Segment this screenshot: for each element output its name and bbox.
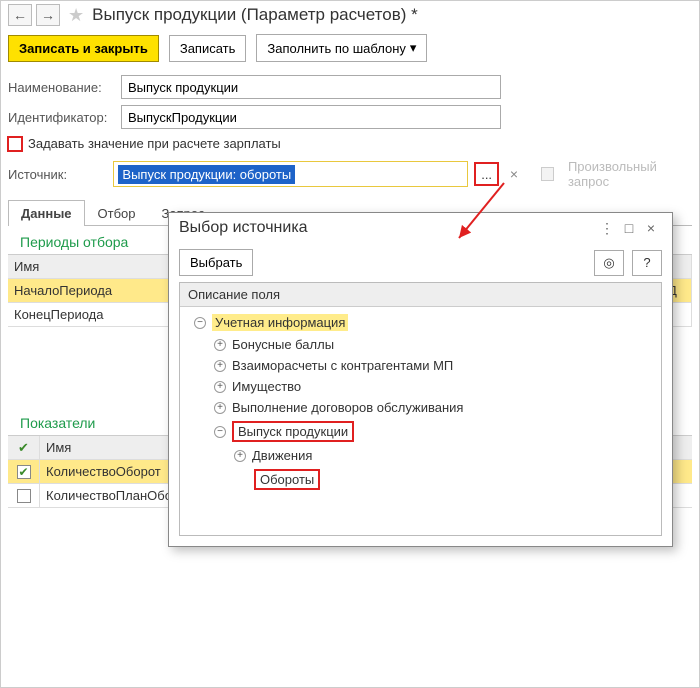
tree-node-turnovers[interactable]: Обороты: [188, 466, 653, 493]
expand-icon[interactable]: +: [214, 381, 226, 393]
collapse-icon[interactable]: −: [194, 317, 206, 329]
tree-node-output[interactable]: −Выпуск продукции: [188, 418, 653, 445]
source-clear-button[interactable]: ×: [510, 166, 523, 182]
dialog-field-description: Описание поля: [180, 283, 661, 307]
tree-node[interactable]: + Взаиморасчеты с контрагентами МП: [188, 355, 653, 376]
dialog-help-button[interactable]: ?: [632, 250, 662, 276]
source-label: Источник:: [8, 167, 105, 182]
chevron-down-icon: ▾: [410, 40, 417, 56]
dialog-title: Выбор источника: [179, 219, 596, 237]
expand-icon[interactable]: +: [214, 360, 226, 372]
dialog-view-button[interactable]: ◎: [594, 250, 624, 276]
save-button[interactable]: Записать: [169, 35, 247, 62]
tree-label: Движения: [252, 448, 312, 463]
name-input[interactable]: [121, 75, 501, 99]
expand-icon[interactable]: +: [234, 450, 246, 462]
indicator-checkbox[interactable]: [17, 489, 31, 503]
collapse-icon[interactable]: −: [214, 426, 226, 438]
tree-label: Обороты: [254, 469, 320, 490]
set-on-salary-label: Задавать значение при расчете зарплаты: [28, 136, 281, 151]
id-label: Идентификатор:: [8, 110, 113, 125]
source-lookup-button[interactable]: ...: [475, 163, 497, 185]
name-label: Наименование:: [8, 80, 113, 95]
save-and-close-button[interactable]: Записать и закрыть: [8, 35, 159, 62]
source-input[interactable]: Выпуск продукции: обороты: [113, 161, 468, 187]
page-title: Выпуск продукции (Параметр расчетов) *: [92, 5, 418, 25]
custom-query-checkbox: [541, 167, 554, 181]
tree-label: Бонусные баллы: [232, 337, 334, 352]
fill-from-template-button[interactable]: Заполнить по шаблону ▾: [256, 34, 427, 62]
tree-node-root[interactable]: − Учетная информация: [188, 311, 653, 334]
tab-filter[interactable]: Отбор: [85, 200, 149, 226]
tree-node[interactable]: + Бонусные баллы: [188, 334, 653, 355]
nav-forward-button[interactable]: →: [36, 4, 60, 26]
tree-label: Выполнение договоров обслуживания: [232, 400, 463, 415]
tree-node[interactable]: + Имущество: [188, 376, 653, 397]
indicators-col-check[interactable]: ✔: [8, 436, 40, 459]
tree-label: Учетная информация: [212, 314, 348, 331]
camera-icon: ◎: [603, 255, 614, 271]
dialog-maximize-button[interactable]: □: [618, 220, 640, 236]
tree-label: Взаиморасчеты с контрагентами МП: [232, 358, 453, 373]
dialog-close-button[interactable]: ×: [640, 220, 662, 236]
tree-node[interactable]: + Движения: [188, 445, 653, 466]
tree-label: Имущество: [232, 379, 301, 394]
favorite-star-icon[interactable]: ★: [68, 5, 84, 26]
expand-icon[interactable]: +: [214, 339, 226, 351]
id-input[interactable]: [121, 105, 501, 129]
expand-icon[interactable]: +: [214, 402, 226, 414]
custom-query-label: Произвольный запрос: [568, 159, 692, 189]
nav-back-button[interactable]: ←: [8, 4, 32, 26]
fill-template-label: Заполнить по шаблону: [267, 41, 405, 56]
source-selection-dialog: Выбор источника ⋮ □ × Выбрать ◎ ? Описан…: [168, 212, 673, 547]
dialog-select-button[interactable]: Выбрать: [179, 249, 253, 276]
tree-node[interactable]: + Выполнение договоров обслуживания: [188, 397, 653, 418]
set-on-salary-checkbox[interactable]: [8, 137, 22, 151]
check-icon: ✔: [18, 440, 29, 456]
tree-label: Выпуск продукции: [232, 421, 354, 442]
source-value: Выпуск продукции: обороты: [118, 165, 295, 184]
tab-data[interactable]: Данные: [8, 200, 85, 226]
indicator-checkbox[interactable]: [17, 465, 31, 479]
dialog-menu-button[interactable]: ⋮: [596, 220, 618, 237]
